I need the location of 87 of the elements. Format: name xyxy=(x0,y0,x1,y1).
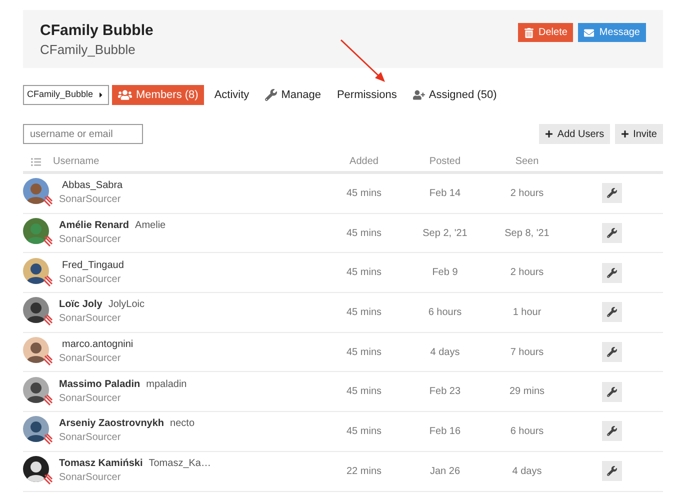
posted-cell-text: Jan 26 xyxy=(430,464,460,479)
caret-icon xyxy=(97,91,105,99)
member-username[interactable]: Abbas_Sabra xyxy=(59,179,123,194)
list-icon xyxy=(31,156,41,166)
nav-tab[interactable]: Manage xyxy=(259,85,327,105)
nav-tab[interactable]: Assigned (50) xyxy=(406,85,503,105)
seen-cell-text: 6 hours xyxy=(510,424,544,439)
wrench-icon xyxy=(606,426,616,436)
member-name[interactable]: Massimo Paladin xyxy=(59,378,140,392)
seen-cell-text: 7 hours xyxy=(510,346,544,360)
member-name[interactable]: Loïc Joly xyxy=(59,298,102,312)
member-group: SonarSourcer xyxy=(59,233,324,248)
add-users-button[interactable]: Add Users xyxy=(539,124,610,144)
user-plus-icon xyxy=(412,89,425,101)
member-group: SonarSourcer xyxy=(59,312,324,326)
seen-cell-text: 2 hours xyxy=(510,186,544,201)
member-name[interactable]: Tomasz Kamiński xyxy=(59,457,143,472)
member-name[interactable]: Arseniy Zaostrovnykh xyxy=(59,417,164,432)
member-group: SonarSourcer xyxy=(59,352,324,366)
member-username[interactable]: mpaladin xyxy=(146,378,187,392)
group-dropdown[interactable]: CFamily_Bubble xyxy=(23,85,109,105)
added-cell-text: 45 mins xyxy=(346,186,382,201)
wrench-button[interactable] xyxy=(602,382,622,402)
member-username[interactable]: marco.antognini xyxy=(59,338,134,352)
nav-tab[interactable]: Activity xyxy=(208,85,256,105)
plus-icon xyxy=(621,130,630,138)
member-username[interactable]: Tomasz_Ka… xyxy=(148,457,211,472)
wrench-icon xyxy=(606,228,616,238)
wrench-button[interactable] xyxy=(602,461,622,482)
annotation-arrow xyxy=(339,38,387,84)
search-field[interactable]: username or email xyxy=(23,124,143,144)
seen-cell-text: 2 hours xyxy=(510,266,544,280)
seen-cell-text: Sep 8, '21 xyxy=(504,226,550,241)
added-cell-text: 45 mins xyxy=(346,346,382,360)
group-title: CFamily Bubble xyxy=(40,22,154,40)
posted-cell-text: Feb 16 xyxy=(429,424,461,439)
delete-button[interactable]: Delete xyxy=(518,23,574,42)
posted-cell-text: Sep 2, '21 xyxy=(422,226,468,241)
wrench-icon xyxy=(606,268,616,278)
added-cell-text: 22 mins xyxy=(346,464,382,479)
column-header[interactable]: Seen xyxy=(515,154,539,169)
member-group: SonarSourcer xyxy=(59,392,324,406)
member-username[interactable]: necto xyxy=(170,417,195,432)
added-cell-text: 45 mins xyxy=(346,266,382,280)
wrench-icon xyxy=(606,466,616,476)
seen-cell-text: 29 mins xyxy=(509,385,544,400)
wrench-button[interactable] xyxy=(602,262,622,283)
added-cell-text: 45 mins xyxy=(346,226,382,241)
seen-cell-text: 4 days xyxy=(512,464,542,479)
wrench-button[interactable] xyxy=(602,183,622,204)
member-username[interactable]: Amelie xyxy=(135,219,166,234)
column-header[interactable]: Username xyxy=(53,154,100,169)
nav-tab[interactable]: Permissions xyxy=(330,85,403,105)
wrench-icon xyxy=(606,307,616,318)
column-header[interactable]: Added xyxy=(350,154,378,169)
wrench-icon xyxy=(606,188,616,198)
member-group: SonarSourcer xyxy=(59,193,324,208)
group-subtitle: CFamily_Bubble xyxy=(40,41,136,59)
member-group: SonarSourcer xyxy=(59,272,324,287)
wrench-button[interactable] xyxy=(602,421,622,442)
plus-icon xyxy=(545,130,554,138)
posted-cell-text: Feb 14 xyxy=(429,186,461,201)
added-cell-text: 45 mins xyxy=(346,424,382,439)
member-group: SonarSourcer xyxy=(59,471,324,486)
trash-icon xyxy=(524,28,534,38)
member-group: SonarSourcer xyxy=(59,431,324,446)
posted-cell-text: 6 hours xyxy=(428,306,462,320)
member-name[interactable]: Amélie Renard xyxy=(59,219,130,234)
posted-cell-text: Feb 23 xyxy=(429,385,461,400)
wrench-button[interactable] xyxy=(602,342,622,362)
added-cell-text: 45 mins xyxy=(346,306,382,320)
wrench-icon xyxy=(606,347,616,358)
column-header[interactable]: Posted xyxy=(429,154,461,169)
users-icon xyxy=(118,88,132,102)
wrench-icon xyxy=(265,89,278,101)
posted-cell-text: Feb 9 xyxy=(432,266,458,280)
nav-tab[interactable]: Members (8) xyxy=(112,85,204,105)
added-cell-text: 45 mins xyxy=(346,385,382,400)
invite-button[interactable]: Invite xyxy=(615,124,663,144)
wrench-button[interactable] xyxy=(602,302,622,322)
member-username[interactable]: JolyLoic xyxy=(108,298,144,312)
wrench-button[interactable] xyxy=(602,223,622,244)
wrench-icon xyxy=(606,386,616,397)
posted-cell-text: 4 days xyxy=(430,346,460,360)
seen-cell-text: 1 hour xyxy=(512,306,542,320)
envelope-icon xyxy=(584,28,594,38)
member-username[interactable]: Fred_Tingaud xyxy=(59,258,124,273)
